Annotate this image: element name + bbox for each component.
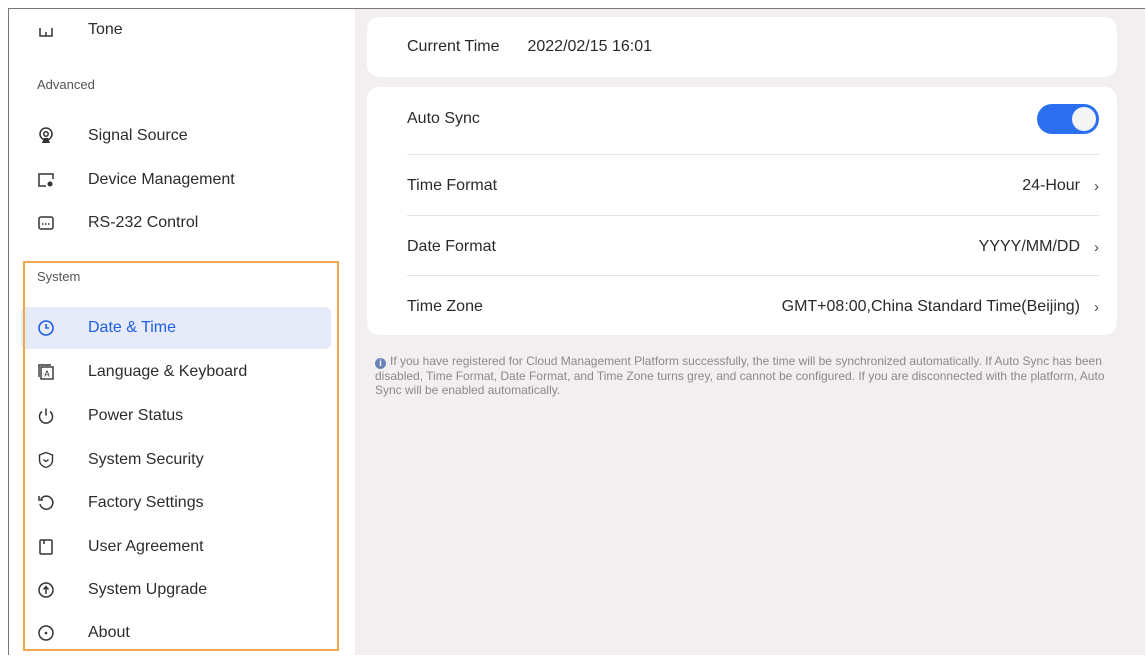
time-format-value: 24-Hour xyxy=(1022,177,1080,194)
current-time-row: Current Time 2022/02/15 16:01 xyxy=(407,17,1099,77)
sidebar-item-date-time[interactable]: Date & Time xyxy=(21,307,331,349)
sidebar-item-device-management[interactable]: Device Management xyxy=(21,159,331,201)
shield-icon xyxy=(37,451,55,469)
rs232-icon xyxy=(37,214,55,232)
sidebar-item-signal-source[interactable]: Signal Source xyxy=(21,115,331,157)
info-icon: i xyxy=(375,358,386,369)
sidebar-item-label: User Agreement xyxy=(88,538,204,555)
sync-note-text: If you have registered for Cloud Managem… xyxy=(375,354,1105,397)
power-icon xyxy=(37,407,55,425)
auto-sync-label: Auto Sync xyxy=(407,110,480,127)
sidebar-item-user-agreement[interactable]: User Agreement xyxy=(21,526,331,568)
sidebar-item-label: About xyxy=(88,624,130,641)
reset-icon xyxy=(37,494,55,512)
sidebar-item-language-keyboard[interactable]: A Language & Keyboard xyxy=(21,351,331,393)
sidebar-item-label: RS-232 Control xyxy=(88,214,199,231)
sidebar-item-label: Tone xyxy=(88,21,123,38)
sidebar-item-label: System Security xyxy=(88,451,204,468)
auto-sync-row[interactable]: Auto Sync xyxy=(407,95,1099,143)
divider xyxy=(407,275,1099,276)
toggle-knob xyxy=(1072,107,1096,131)
sidebar-item-rs232-control[interactable]: RS-232 Control xyxy=(21,202,331,244)
settings-window: Tone Advanced Signal Source Device Manag… xyxy=(8,8,1145,655)
time-zone-label: Time Zone xyxy=(407,298,483,315)
tone-icon xyxy=(37,21,55,39)
time-format-row[interactable]: Time Format 24-Hour › xyxy=(407,162,1099,210)
section-header-system: System xyxy=(37,269,81,284)
keyboard-icon: A xyxy=(37,363,55,381)
sidebar-item-about[interactable]: About xyxy=(21,612,331,654)
sidebar-item-label: Power Status xyxy=(88,407,184,424)
svg-text:A: A xyxy=(44,370,50,379)
section-header-advanced: Advanced xyxy=(37,77,95,92)
sidebar-item-label: Signal Source xyxy=(88,127,188,144)
time-format-label: Time Format xyxy=(407,177,498,194)
sidebar-item-label: Language & Keyboard xyxy=(88,363,248,380)
sync-note: i If you have registered for Cloud Manage… xyxy=(375,354,1115,397)
sidebar-item-label: Date & Time xyxy=(88,319,177,336)
sidebar-item-label: System Upgrade xyxy=(88,581,208,598)
document-icon xyxy=(37,538,55,556)
device-management-icon xyxy=(37,171,55,189)
date-format-value: YYYY/MM/DD xyxy=(978,238,1080,255)
divider xyxy=(407,154,1099,155)
current-time-card: Current Time 2022/02/15 16:01 xyxy=(367,17,1117,77)
sidebar-item-factory-settings[interactable]: Factory Settings xyxy=(21,482,331,524)
current-time-label: Current Time xyxy=(407,38,500,55)
sidebar-item-tone[interactable]: Tone xyxy=(21,9,331,51)
sidebar-item-label: Factory Settings xyxy=(88,494,204,511)
sidebar-item-system-upgrade[interactable]: System Upgrade xyxy=(21,569,331,611)
chevron-right-icon: › xyxy=(1094,177,1099,195)
time-zone-row[interactable]: Time Zone GMT+08:00,China Standard Time(… xyxy=(407,283,1099,331)
upgrade-icon xyxy=(37,581,55,599)
time-zone-value: GMT+08:00,China Standard Time(Beijing) xyxy=(781,298,1080,315)
sidebar-item-label: Device Management xyxy=(88,171,235,188)
chevron-right-icon: › xyxy=(1094,298,1099,316)
settings-card: Auto Sync Time Format 24-Hour › Date For… xyxy=(367,87,1117,335)
signal-source-icon xyxy=(37,127,55,145)
date-format-row[interactable]: Date Format YYYY/MM/DD › xyxy=(407,223,1099,271)
date-format-label: Date Format xyxy=(407,238,496,255)
auto-sync-toggle[interactable] xyxy=(1037,104,1099,134)
current-time-value: 2022/02/15 16:01 xyxy=(527,38,653,55)
sidebar: Tone Advanced Signal Source Device Manag… xyxy=(9,9,355,655)
divider xyxy=(407,215,1099,216)
chevron-right-icon: › xyxy=(1094,238,1099,256)
clock-icon xyxy=(37,319,55,337)
sidebar-item-power-status[interactable]: Power Status xyxy=(21,395,331,437)
sidebar-item-system-security[interactable]: System Security xyxy=(21,439,331,481)
info-icon xyxy=(37,624,55,642)
main-panel: Current Time 2022/02/15 16:01 Auto Sync … xyxy=(355,9,1145,655)
